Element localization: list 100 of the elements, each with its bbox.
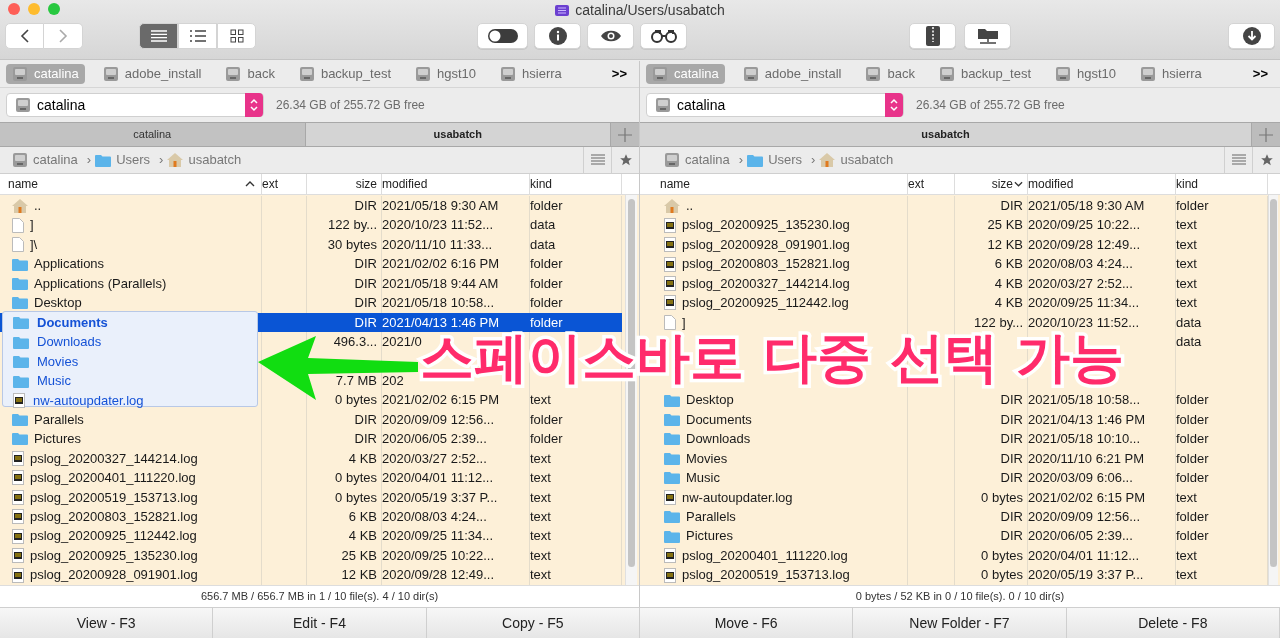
function-key-button[interactable]: Copy - F5 <box>426 608 640 638</box>
volume-tab[interactable]: backup_test <box>292 64 397 84</box>
grid-icon <box>229 29 244 43</box>
table-cell-text: 4 KB <box>348 449 377 468</box>
table-cell-text: 2020/04/01 11:12... <box>382 469 494 488</box>
volume-tab[interactable]: adobe_install <box>736 64 848 84</box>
function-key-button[interactable]: View - F3 <box>0 608 214 638</box>
table-cell-text: 2020/08/03 4:24... <box>1028 255 1133 274</box>
volume-tab[interactable]: back <box>859 64 921 84</box>
path-segment[interactable]: usabatch <box>188 150 242 170</box>
volume-tab[interactable]: adobe_install <box>96 64 208 84</box>
table-cell-text: 2021/0 <box>382 333 422 352</box>
star-icon <box>1259 153 1274 167</box>
column-header[interactable]: size <box>955 174 1028 194</box>
column-header[interactable]: name <box>0 174 262 194</box>
drive-select[interactable]: catalina <box>646 93 904 117</box>
function-key-button[interactable]: Edit - F4 <box>213 608 427 638</box>
table-cell-text: DIR <box>354 274 377 293</box>
table-cell-text: folder <box>1176 430 1209 449</box>
table-cell-text: text <box>530 391 551 410</box>
table-cell-text: DIR <box>1000 527 1023 546</box>
table-cell-text: 0 bytes <box>981 546 1023 565</box>
pane-tab[interactable]: usabatch <box>640 123 1252 146</box>
column-header[interactable]: ext <box>262 174 307 194</box>
bullet-list-icon <box>189 30 206 42</box>
stepper-icon <box>889 98 899 112</box>
more-volumes-button[interactable]: >> <box>611 64 627 84</box>
path-segment[interactable]: catalina <box>685 150 730 170</box>
folder-icon <box>12 296 28 310</box>
column-header[interactable]: kind <box>1176 174 1268 194</box>
volume-tab[interactable]: hgst10 <box>1049 64 1123 84</box>
volume-tab[interactable]: back <box>219 64 281 84</box>
folder-icon <box>664 393 680 407</box>
info-icon <box>548 27 567 45</box>
folder-icon <box>664 471 680 485</box>
path-segment[interactable]: Users <box>116 150 151 170</box>
home-icon <box>819 153 836 167</box>
path-segment[interactable]: usabatch <box>840 150 894 170</box>
log-file-icon <box>664 237 676 253</box>
file-name: pslog_20200401_111220.log <box>30 469 196 488</box>
lines-icon <box>590 154 605 166</box>
search-button[interactable] <box>640 23 687 49</box>
table-cell-text: folder <box>530 430 563 449</box>
table-cell-text: 2020/06/05 2:39... <box>1028 527 1133 546</box>
function-key-button[interactable]: Move - F6 <box>640 608 854 638</box>
table-cell-text: DIR <box>354 430 377 449</box>
preview-button[interactable] <box>587 23 634 49</box>
file-name: Desktop <box>686 391 734 410</box>
column-header[interactable]: modified <box>382 174 530 194</box>
network-button[interactable] <box>964 23 1011 49</box>
detail-view-button[interactable] <box>178 23 217 49</box>
drive-name: catalina <box>677 95 726 115</box>
column-header[interactable]: name <box>640 174 908 194</box>
table-cell-text: 25 KB <box>341 546 377 565</box>
back-button[interactable] <box>5 23 44 49</box>
stepper-icon <box>249 98 259 112</box>
folder-icon <box>12 276 28 290</box>
table-cell-text: DIR <box>354 196 377 215</box>
folder-icon <box>664 432 680 446</box>
column-header[interactable]: kind <box>530 174 622 194</box>
table-cell-text: 2020/04/01 11:12... <box>1028 546 1140 565</box>
table-cell-text: DIR <box>1000 430 1023 449</box>
volume-tab[interactable]: hsierra <box>1134 64 1208 84</box>
path-separator: › <box>86 151 92 170</box>
info-button[interactable] <box>534 23 581 49</box>
table-cell-text: text <box>530 546 551 565</box>
path-segment[interactable]: catalina <box>33 150 78 170</box>
path-segment[interactable]: Users <box>768 150 803 170</box>
grid-view-button[interactable] <box>217 23 256 49</box>
more-volumes-button[interactable]: >> <box>1252 64 1268 84</box>
pane-tab[interactable]: usabatch <box>305 123 611 146</box>
volume-tab[interactable]: backup_test <box>932 64 1037 84</box>
table-cell-text: text <box>1176 566 1197 585</box>
zip-icon <box>925 26 940 46</box>
volume-tab[interactable]: hgst10 <box>409 64 483 84</box>
close-button[interactable] <box>8 2 20 15</box>
drive-select[interactable]: catalina <box>6 93 264 117</box>
column-header[interactable]: modified <box>1028 174 1176 194</box>
download-button[interactable] <box>1228 23 1275 49</box>
status-bar: 0 bytes / 52 KB in 0 / 10 file(s). 0 / 10 dir(s) <box>640 585 1280 607</box>
table-cell-text: text <box>530 507 551 526</box>
table-cell-text: text <box>1176 488 1197 507</box>
folder-icon <box>747 153 764 167</box>
volume-tab[interactable]: hsierra <box>494 64 568 84</box>
function-key-button[interactable]: Delete - F8 <box>1066 608 1280 638</box>
table-cell-text: text <box>1176 235 1197 254</box>
table-cell-text: DIR <box>354 255 377 274</box>
dragged-item-name: Music <box>37 372 71 391</box>
dragged-item-name: nw-autoupdater.log <box>33 391 144 410</box>
table-cell-text: DIR <box>1000 469 1023 488</box>
column-header[interactable]: ext <box>908 174 955 194</box>
archive-button[interactable] <box>909 23 956 49</box>
toggle-button[interactable] <box>477 23 528 49</box>
pane-tab[interactable]: catalina <box>0 123 306 146</box>
column-header[interactable]: size <box>307 174 382 194</box>
function-key-button[interactable]: New Folder - F7 <box>853 608 1067 638</box>
table-cell-text: 2020/05/19 3:37 P... <box>1028 566 1144 585</box>
file-name: Downloads <box>686 430 751 449</box>
list-view-button[interactable] <box>139 23 178 49</box>
path-separator: › <box>811 151 816 170</box>
